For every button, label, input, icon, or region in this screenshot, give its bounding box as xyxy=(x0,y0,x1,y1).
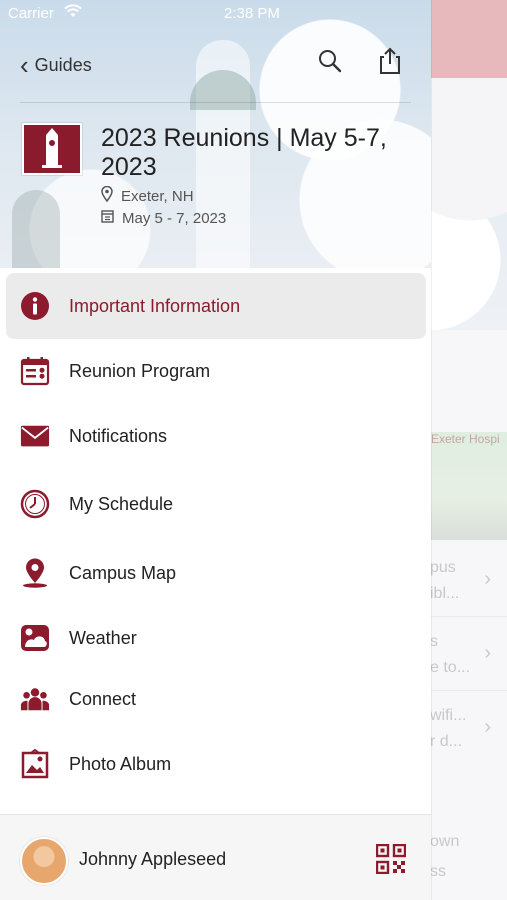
guide-dates-text: May 5 - 7, 2023 xyxy=(122,209,227,227)
peek-row-2-chevron-icon[interactable]: › xyxy=(484,642,491,665)
menu-item-label: Photo Album xyxy=(69,753,172,774)
weather-icon xyxy=(20,623,50,653)
qr-code-button[interactable] xyxy=(375,843,407,875)
peek-divider xyxy=(430,616,507,617)
menu-item-notifications[interactable]: Notifications xyxy=(6,403,426,469)
peek-row-4-line1: own xyxy=(430,833,460,850)
menu-item-label: Weather xyxy=(69,627,137,648)
avatar[interactable] xyxy=(20,837,68,885)
peek-row-4-line2: ss xyxy=(430,863,446,880)
menu-item-weather[interactable]: Weather xyxy=(6,605,426,671)
search-button[interactable] xyxy=(315,48,345,78)
guide-logo xyxy=(22,123,82,175)
menu-item-label: Campus Map xyxy=(69,562,177,583)
qr-code-icon xyxy=(375,843,407,878)
peek-row-1-line1: pus xyxy=(430,559,456,576)
drawer-footer: Johnny Appleseed xyxy=(0,814,431,900)
menu-item-label: Reunion Program xyxy=(69,360,211,381)
info-icon xyxy=(20,291,50,321)
menu-item-label: Important Information xyxy=(69,295,241,316)
menu-item-label: My Schedule xyxy=(69,493,174,514)
envelope-icon xyxy=(20,421,50,451)
peek-row-3-chevron-icon[interactable]: › xyxy=(484,716,491,739)
peek-row-3-line2: r d... xyxy=(430,733,463,750)
menu-item-label: Notifications xyxy=(69,425,168,446)
menu-item-photo-album[interactable]: Photo Album xyxy=(6,731,426,797)
peek-row-1-chevron-icon[interactable]: › xyxy=(484,568,491,591)
carrier-label: Carrier xyxy=(8,5,54,22)
peek-row-3-line1: wifi... xyxy=(430,707,467,724)
side-drawer: Carrier 2:38 PM ‹ Guides 2023 Reunions |… xyxy=(0,0,431,900)
menu-item-campus-map[interactable]: Campus Map xyxy=(6,540,426,606)
guide-dates: May 5 - 7, 2023 xyxy=(101,209,226,227)
chevron-left-icon: ‹ xyxy=(20,50,29,80)
screen: Exeter Hospi pus ibl... › s e to... › wi… xyxy=(0,0,507,900)
menu-item-connect[interactable]: Connect xyxy=(6,666,426,732)
peek-divider xyxy=(430,690,507,691)
peek-map-label: Exeter Hospi xyxy=(431,432,500,446)
program-icon xyxy=(20,356,50,386)
share-button[interactable] xyxy=(375,47,405,80)
back-button-label: Guides xyxy=(34,54,92,75)
search-icon xyxy=(317,48,343,79)
share-icon xyxy=(377,47,403,80)
guide-location-text: Exeter, NH xyxy=(121,187,194,205)
user-name[interactable]: Johnny Appleseed xyxy=(79,849,226,870)
photo-icon xyxy=(20,749,50,779)
peek-row-2-line1: s xyxy=(430,633,438,650)
drawer-hero-image: Carrier 2:38 PM ‹ Guides 2023 Reunions |… xyxy=(0,0,431,268)
cupola-graphic xyxy=(12,190,60,268)
menu-item-my-schedule[interactable]: My Schedule xyxy=(6,471,426,537)
menu-item-important-information[interactable]: Important Information xyxy=(6,273,426,339)
guide-title: 2023 Reunions | May 5-7, 2023 xyxy=(101,124,387,181)
header-divider xyxy=(20,102,411,103)
back-button[interactable]: ‹ Guides xyxy=(20,51,92,79)
map-pin-icon xyxy=(20,558,50,588)
peek-row-2-line2: e to... xyxy=(430,659,471,676)
status-bar: Carrier 2:38 PM xyxy=(0,0,431,28)
guide-location: Exeter, NH xyxy=(101,185,194,206)
clock-time: 2:38 PM xyxy=(224,5,280,22)
peek-map-thumbnail[interactable] xyxy=(431,432,507,540)
peek-profile-button[interactable] xyxy=(431,0,507,78)
wifi-icon xyxy=(64,4,82,21)
peek-row-1-line2: ibl... xyxy=(430,585,460,602)
people-icon xyxy=(20,684,50,714)
menu-item-label: Connect xyxy=(69,688,137,709)
menu-item-reunion-program[interactable]: Reunion Program xyxy=(6,338,426,404)
calendar-icon xyxy=(101,209,114,227)
location-pin-icon xyxy=(101,185,113,206)
clock-icon xyxy=(20,489,50,519)
